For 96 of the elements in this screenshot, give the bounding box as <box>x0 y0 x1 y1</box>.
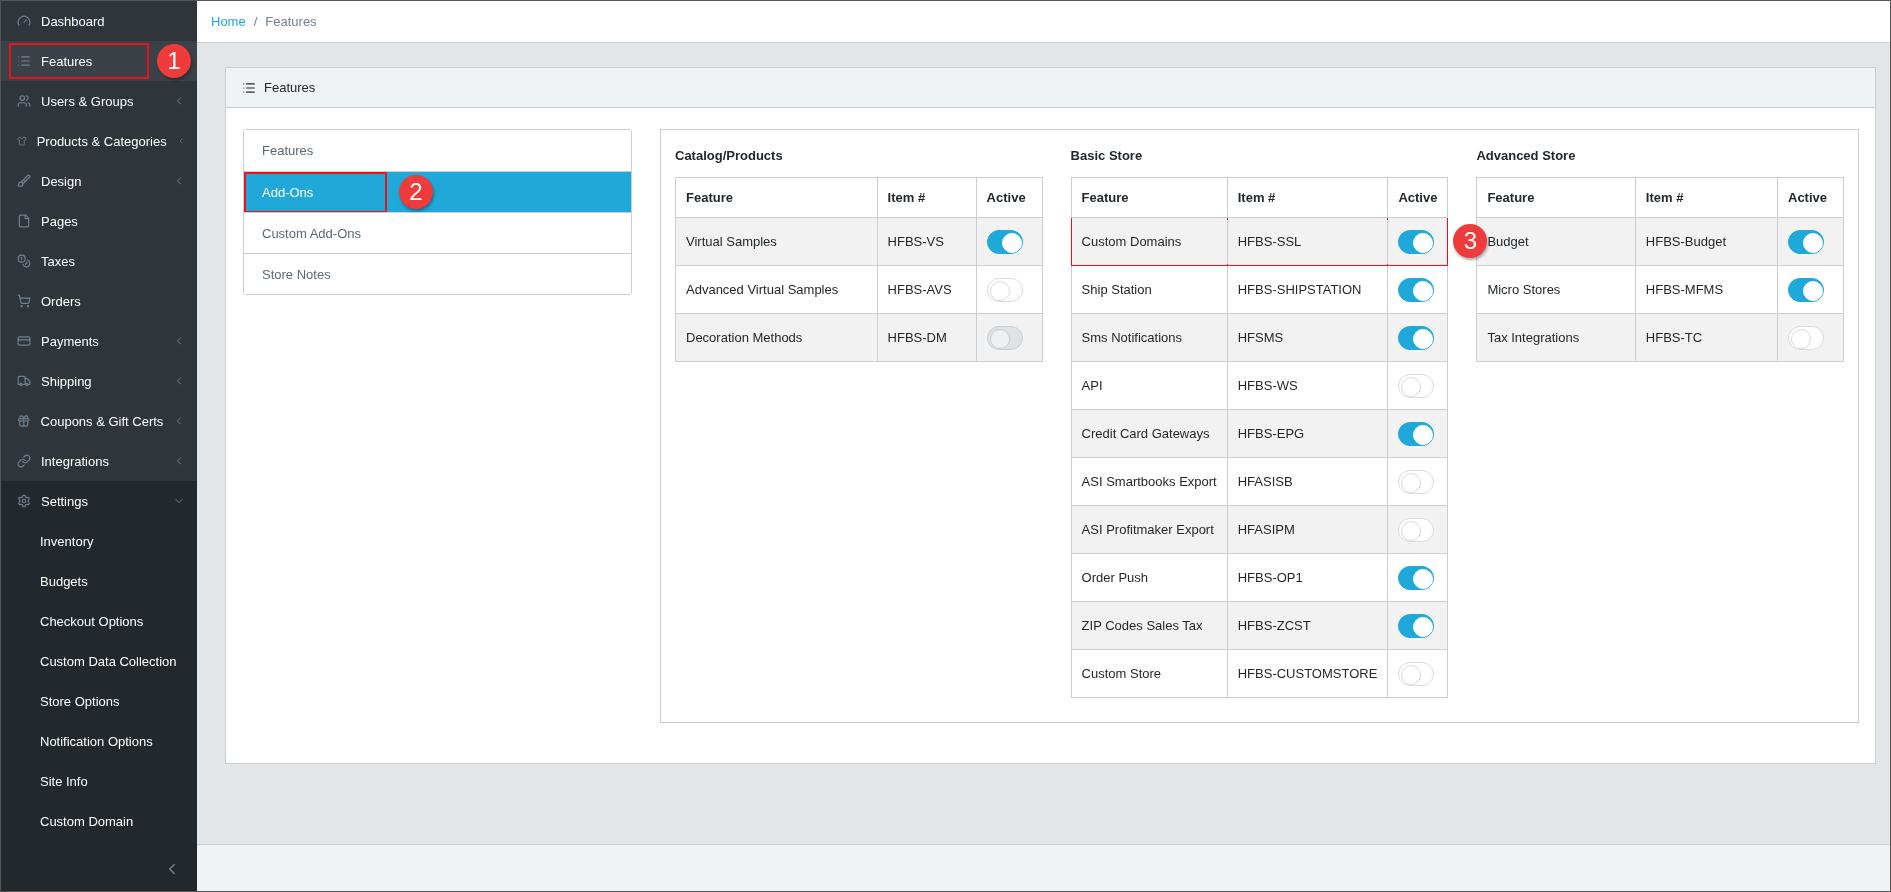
table-cell: Sms Notifications <box>1071 313 1228 362</box>
toggle-switch[interactable] <box>1398 325 1435 350</box>
callout-number: 1 <box>157 44 191 78</box>
column-header: Feature <box>1476 177 1636 218</box>
sidebar-item[interactable]: Payments <box>1 321 197 361</box>
table-title: Advanced Store <box>1476 148 1577 163</box>
table-cell: ZIP Codes Sales Tax <box>1071 601 1228 650</box>
sidebar-item[interactable]: Coupons & Gift Certs <box>1 401 197 441</box>
sidebar-item[interactable]: Settings <box>1 481 197 521</box>
table-cell: HFBS-SSL <box>1227 217 1388 266</box>
sidebar-subitem[interactable]: Custom Domain <box>1 801 197 841</box>
column-header: Feature <box>675 177 878 218</box>
menu-icon <box>17 174 31 188</box>
table-cell: Micro Stores <box>1476 265 1636 314</box>
table-cell: Order Push <box>1071 553 1228 602</box>
table-cell: HFBS-SHIPSTATION <box>1227 265 1388 314</box>
sidebar-item[interactable]: Users & Groups <box>1 81 197 121</box>
table-cell: ASI Smartbooks Export <box>1071 457 1228 506</box>
sidebar-item[interactable]: Products & Categories <box>1 121 197 161</box>
toggle-switch[interactable] <box>986 229 1023 254</box>
column-header: Active <box>976 177 1043 218</box>
sidebar-item[interactable]: Pages <box>1 201 197 241</box>
table-cell: HFASISB <box>1227 457 1388 506</box>
column-header: Item # <box>1635 177 1778 218</box>
sidebar-item[interactable]: Shipping <box>1 361 197 401</box>
table-cell: Custom Domains <box>1071 217 1228 266</box>
toggle-switch[interactable] <box>1398 613 1435 638</box>
column-header: Feature <box>1071 177 1228 218</box>
menu-icon <box>17 254 31 268</box>
toggle-switch[interactable] <box>1398 229 1435 254</box>
column-header: Active <box>1777 177 1844 218</box>
toggle-switch[interactable] <box>1788 277 1824 302</box>
sidebar-subitem[interactable]: Checkout Options <box>1 601 197 641</box>
table-cell: Credit Card Gateways <box>1071 409 1228 458</box>
table-cell: Ship Station <box>1071 265 1228 314</box>
menu-icon <box>17 94 31 108</box>
menu-icon <box>17 334 31 348</box>
table-title: Basic Store <box>1070 148 1144 163</box>
table-cell: Decoration Methods <box>675 313 878 362</box>
sidebar-subitem[interactable]: Store Options <box>1 681 197 721</box>
sidebar-item[interactable]: Orders <box>1 281 197 321</box>
column-header: Active <box>1387 177 1448 218</box>
table-cell: Custom Store <box>1071 649 1228 698</box>
table-cell: Tax Integrations <box>1476 313 1636 362</box>
table-cell: HFBS-ZCST <box>1227 601 1388 650</box>
sidebar-subitem[interactable]: Custom Data Collection <box>1 641 197 681</box>
table-cell: HFASIPM <box>1227 505 1388 554</box>
table-cell: HFBS-Budget <box>1635 217 1778 266</box>
table-cell: HFBS-TC <box>1635 313 1778 362</box>
nav-list-item[interactable]: Store Notes <box>244 253 631 294</box>
table-cell: Budget <box>1476 217 1636 266</box>
menu-icon <box>17 54 31 68</box>
breadcrumb-separator: / <box>253 14 258 29</box>
table-cell: HFBS-AVS <box>877 265 977 314</box>
breadcrumb-current: Features <box>265 14 317 29</box>
table-cell: HFBS-EPG <box>1227 409 1388 458</box>
sidebar-item[interactable]: Taxes <box>1 241 197 281</box>
menu-icon <box>17 294 31 308</box>
toggle-switch[interactable] <box>1788 229 1824 254</box>
table-cell: API <box>1071 361 1228 410</box>
menu-icon <box>17 134 27 148</box>
sidebar-item[interactable]: Design <box>1 161 197 201</box>
column-header: Item # <box>877 177 977 218</box>
sidebar-item[interactable]: Features 1 <box>1 41 197 81</box>
callout-number: 2 <box>399 175 433 209</box>
menu-icon <box>17 214 31 228</box>
table-cell: HFBS-VS <box>877 217 977 266</box>
table-cell: Advanced Virtual Samples <box>675 265 878 314</box>
menu-icon <box>17 494 31 508</box>
menu-icon <box>17 414 31 428</box>
toggle-switch[interactable] <box>1398 565 1435 590</box>
sidebar-item[interactable]: Dashboard <box>1 1 197 41</box>
sidebar-subitem[interactable]: Inventory <box>1 521 197 561</box>
toggle-switch[interactable] <box>1398 421 1435 446</box>
column-header: Item # <box>1227 177 1388 218</box>
sidebar-subitem[interactable]: Site Info <box>1 761 197 801</box>
table-cell: HFBS-CUSTOMSTORE <box>1227 649 1388 698</box>
table-cell: HFBS-WS <box>1227 361 1388 410</box>
table-cell: HFBS-DM <box>877 313 977 362</box>
table-title: Catalog/Products <box>675 148 784 163</box>
sidebar-subitem[interactable]: Notification Options <box>1 721 197 761</box>
callout-number: 3 <box>1453 224 1488 258</box>
table-cell: HFSMS <box>1227 313 1388 362</box>
sidebar-subitem[interactable]: Budgets <box>1 561 197 601</box>
sidebar-item[interactable]: Integrations <box>1 441 197 481</box>
table-cell: Virtual Samples <box>675 217 878 266</box>
list-icon <box>242 80 256 95</box>
toggle-switch[interactable] <box>1398 277 1435 302</box>
menu-icon <box>17 14 31 28</box>
table-cell: HFBS-MFMS <box>1635 265 1778 314</box>
menu-icon <box>17 374 31 388</box>
menu-icon <box>17 454 31 468</box>
nav-list-item[interactable]: Add-Ons 2 <box>244 171 631 212</box>
card-title: Features <box>264 80 316 95</box>
table-cell: HFBS-OP1 <box>1227 553 1388 602</box>
table-cell: ASI Profitmaker Export <box>1071 505 1228 554</box>
